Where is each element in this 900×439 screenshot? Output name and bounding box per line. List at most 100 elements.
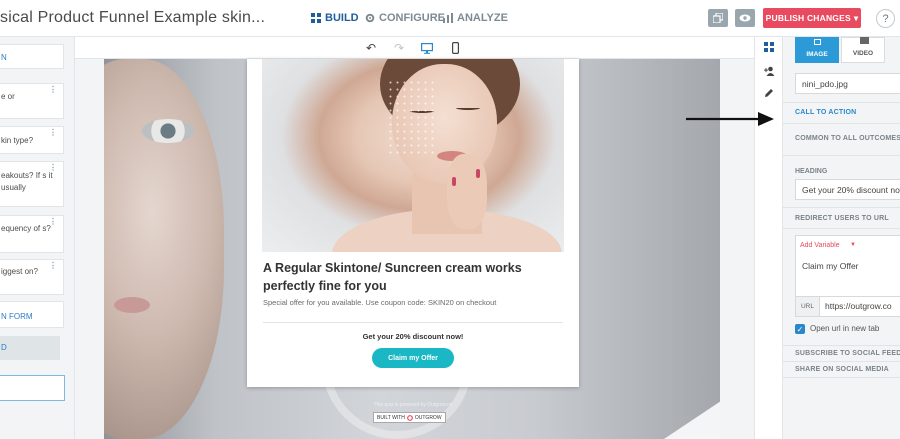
sidebar-item-label: equency of s? — [1, 224, 51, 233]
divider — [783, 207, 900, 208]
background-face-image — [104, 59, 224, 439]
grid-icon — [311, 13, 321, 23]
pages-button[interactable] — [708, 9, 728, 27]
more-vertical-icon[interactable]: ⋮ — [49, 129, 57, 137]
caret-down-icon: ▼ — [850, 242, 856, 248]
call-to-action-section[interactable]: CALL TO ACTION — [783, 109, 900, 116]
sidebar-item-label: iggest on? — [1, 267, 38, 276]
undo-icon: ↶ — [365, 41, 377, 55]
canvas-toolbar: ↶ ↷ — [75, 37, 754, 59]
sidebar-item-label: eakouts? If s it usually — [1, 171, 53, 192]
image-filename-field[interactable]: nini_pdo.jpg — [795, 73, 900, 94]
divider — [783, 377, 900, 378]
claim-offer-button[interactable]: Claim my Offer — [372, 348, 454, 368]
image-nail — [476, 169, 480, 178]
heading-field[interactable]: Get your 20% discount now! — [795, 179, 900, 200]
desktop-view-button[interactable] — [417, 39, 437, 57]
sidebar-item-label: N — [1, 53, 7, 62]
copy-icon — [713, 13, 723, 23]
image-eyelid-right — [456, 106, 480, 110]
subscribe-social-section[interactable]: SUBSCRIBE TO SOCIAL FEEDS — [783, 350, 900, 357]
editor-canvas: ↶ ↷ A Regular Skintone/ Suncreen cream w… — [75, 37, 754, 439]
tab-configure[interactable]: CONFIGURE — [365, 12, 445, 24]
image-nail — [452, 177, 456, 186]
project-title[interactable]: sical Product Funnel Example skin... — [0, 9, 265, 27]
video-tab[interactable]: VIDEO — [841, 37, 885, 63]
redo-button[interactable]: ↷ — [389, 39, 409, 57]
sidebar-item-question-1[interactable]: e or ⋮ — [0, 83, 64, 119]
open-new-tab-label: Open url in new tab — [810, 324, 880, 333]
image-icon — [814, 39, 821, 45]
sidebar-item-question-5[interactable]: iggest on? ⋮ — [0, 259, 64, 295]
pencil-icon — [765, 89, 773, 97]
edit-tool-button[interactable] — [759, 83, 779, 103]
sidebar-new-item-input[interactable] — [0, 375, 65, 401]
common-outcomes-section[interactable]: COMMON TO ALL OUTCOMES — [783, 135, 900, 142]
layout-tool-button[interactable] — [759, 37, 779, 57]
mobile-view-button[interactable] — [445, 39, 465, 57]
share-social-section[interactable]: SHARE ON SOCIAL MEDIA — [783, 366, 900, 373]
add-variable-dropdown[interactable]: Add Variable — [800, 242, 840, 249]
outgrow-logo-icon — [406, 414, 413, 421]
more-vertical-icon[interactable]: ⋮ — [49, 164, 57, 172]
publish-label: PUBLISH CHANGES — [765, 13, 851, 23]
sidebar-item-question-4[interactable]: equency of s? ⋮ — [0, 215, 64, 253]
built-with-label: BUILT WITH — [377, 414, 405, 421]
sidebar-item-label: D — [1, 343, 7, 352]
tab-analyze[interactable]: ANALYZE — [443, 12, 508, 24]
open-new-tab-checkbox[interactable]: ✓ — [795, 324, 805, 334]
built-with-badge[interactable]: BUILT WITH OUTGROW — [373, 412, 446, 423]
redo-icon: ↷ — [393, 41, 405, 55]
outcome-title[interactable]: A Regular Skintone/ Suncreen cream works… — [263, 259, 543, 295]
editor-tools-column — [754, 37, 783, 439]
powered-by-text: This quiz is powered by Outgrow.co — [373, 402, 453, 408]
bar-chart-icon — [443, 13, 453, 23]
video-tab-label: VIDEO — [852, 50, 874, 57]
publish-changes-button[interactable]: PUBLISH CHANGES ▾ — [763, 8, 861, 28]
more-vertical-icon[interactable]: ⋮ — [49, 218, 57, 226]
outcome-card[interactable]: A Regular Skintone/ Suncreen cream works… — [247, 59, 579, 387]
divider — [263, 322, 563, 323]
outgrow-brand: OUTGROW — [414, 414, 442, 421]
undo-button[interactable]: ↶ — [361, 39, 381, 57]
divider — [783, 228, 900, 229]
image-dot-pattern — [387, 79, 437, 154]
image-tab-label: IMAGE — [806, 51, 828, 58]
button-text-value[interactable]: Claim my Offer — [802, 261, 859, 271]
more-vertical-icon[interactable]: ⋮ — [49, 86, 57, 94]
top-bar: sical Product Funnel Example skin... BUI… — [0, 0, 900, 37]
background-wedge — [664, 399, 720, 439]
sidebar-item-intro[interactable]: N — [0, 44, 64, 69]
url-value[interactable]: https://outgrow.co — [825, 301, 892, 311]
outcome-image[interactable] — [262, 59, 564, 252]
image-hand — [447, 154, 487, 229]
tab-configure-label: CONFIGURE — [379, 12, 445, 24]
heading-label: HEADING — [795, 168, 828, 175]
button-text-editor[interactable]: Add Variable ▼ Claim my Offer — [795, 235, 900, 301]
add-user-tool-button[interactable] — [759, 61, 779, 81]
video-icon — [860, 37, 869, 44]
outcome-description[interactable]: Special offer for you available. Use cou… — [263, 298, 563, 307]
sidebar-item-outcome[interactable]: D — [0, 336, 60, 360]
sidebar-item-lead-form[interactable]: N FORM — [0, 301, 64, 328]
url-label: URL — [796, 297, 820, 316]
cta-heading[interactable]: Get your 20% discount now! — [247, 332, 579, 341]
background-lips — [114, 297, 150, 313]
url-field[interactable]: URL https://outgrow.co — [795, 296, 900, 317]
redirect-section[interactable]: REDIRECT USERS TO URL — [783, 215, 900, 222]
sidebar-item-label: kin type? — [1, 136, 34, 145]
tab-build[interactable]: BUILD — [311, 12, 359, 24]
divider — [783, 345, 900, 346]
tab-build-label: BUILD — [325, 12, 359, 24]
mobile-icon — [451, 42, 459, 54]
tab-analyze-label: ANALYZE — [457, 12, 508, 24]
sidebar-item-question-3[interactable]: eakouts? If s it usually ⋮ — [0, 161, 64, 207]
help-button[interactable]: ? — [876, 9, 895, 28]
more-vertical-icon[interactable]: ⋮ — [49, 262, 57, 270]
divider — [783, 123, 900, 124]
sidebar-item-label: N FORM — [1, 312, 33, 321]
image-tab[interactable]: IMAGE — [795, 37, 839, 63]
sidebar-item-question-2[interactable]: kin type? ⋮ — [0, 126, 64, 154]
questions-sidebar: N e or ⋮ kin type? ⋮ eakouts? If s it us… — [0, 37, 75, 439]
preview-button[interactable] — [735, 9, 755, 27]
